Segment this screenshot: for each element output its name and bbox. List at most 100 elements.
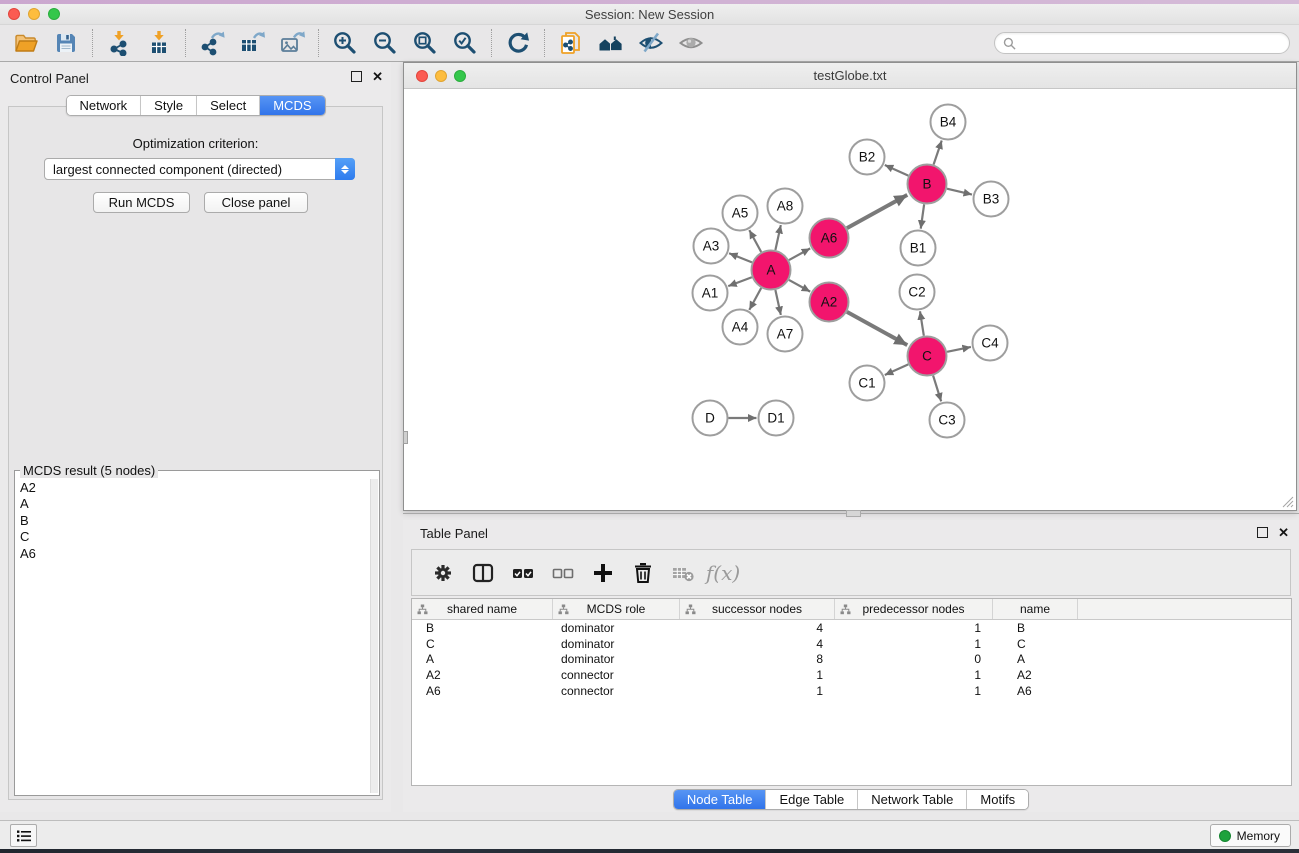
graph-node-A[interactable]: A xyxy=(752,251,791,290)
window-resize-grip[interactable] xyxy=(1280,494,1294,508)
table-cell[interactable]: C xyxy=(993,637,1078,651)
edge-B-B3[interactable] xyxy=(947,189,972,195)
edge-A-A4[interactable] xyxy=(749,288,761,310)
table-cell[interactable]: A6 xyxy=(412,684,553,698)
table-row[interactable]: Adominator80A xyxy=(412,651,1291,667)
tab-edge-table[interactable]: Edge Table xyxy=(765,790,857,809)
edge-A2-C[interactable] xyxy=(847,312,907,345)
table-cell[interactable]: 4 xyxy=(680,621,835,635)
table-cell[interactable]: 1 xyxy=(835,668,993,682)
result-list-scrollbar[interactable] xyxy=(370,479,378,793)
delete-table-button[interactable] xyxy=(666,556,700,590)
graph-node-B2[interactable]: B2 xyxy=(850,140,885,175)
tab-mcds[interactable]: MCDS xyxy=(259,96,324,115)
graph-node-A3[interactable]: A3 xyxy=(694,229,729,264)
table-cell[interactable]: A xyxy=(412,652,553,666)
tab-node-table[interactable]: Node Table xyxy=(674,790,766,809)
show-panels-list-button[interactable] xyxy=(10,824,37,847)
graph-node-A6[interactable]: A6 xyxy=(810,219,849,258)
graph-node-C3[interactable]: C3 xyxy=(930,403,965,438)
table-row[interactable]: A2connector11A2 xyxy=(412,667,1291,683)
refresh-view-button[interactable] xyxy=(502,28,534,58)
table-cell[interactable]: 8 xyxy=(680,652,835,666)
tab-network[interactable]: Network xyxy=(66,96,140,115)
table-row[interactable]: Bdominator41B xyxy=(412,620,1291,636)
edge-B-B2[interactable] xyxy=(885,165,909,176)
graph-node-A1[interactable]: A1 xyxy=(693,276,728,311)
table-cell[interactable]: C xyxy=(412,637,553,651)
edge-A-A8[interactable] xyxy=(775,225,780,250)
graph-node-C2[interactable]: C2 xyxy=(900,275,935,310)
float-panel-icon[interactable] xyxy=(351,71,362,82)
splitter-handle[interactable] xyxy=(846,510,861,517)
graph-node-C[interactable]: C xyxy=(908,337,947,376)
table-cell[interactable]: A xyxy=(993,652,1078,666)
close-table-panel-icon[interactable]: ✕ xyxy=(1278,527,1289,538)
graph-node-C4[interactable]: C4 xyxy=(973,326,1008,361)
graph-node-A7[interactable]: A7 xyxy=(768,317,803,352)
table-cell[interactable]: B xyxy=(993,621,1078,635)
table-row[interactable]: A6connector11A6 xyxy=(412,683,1291,699)
show-graphics-details-button[interactable] xyxy=(675,28,707,58)
table-cell[interactable]: 1 xyxy=(835,684,993,698)
run-mcds-button[interactable]: Run MCDS xyxy=(93,192,190,213)
search-input[interactable] xyxy=(1021,36,1281,50)
column-header-MCDS-role[interactable]: MCDS role xyxy=(553,599,680,619)
result-item[interactable]: A2 xyxy=(20,480,369,496)
edge-C-C4[interactable] xyxy=(947,347,971,352)
import-network-button[interactable] xyxy=(103,28,135,58)
table-cell[interactable]: A2 xyxy=(412,668,553,682)
table-cell[interactable]: A2 xyxy=(993,668,1078,682)
table-cell[interactable]: 0 xyxy=(835,652,993,666)
column-header-predecessor-nodes[interactable]: predecessor nodes xyxy=(835,599,993,619)
table-cell[interactable]: connector xyxy=(553,668,680,682)
edge-A-A3[interactable] xyxy=(729,253,752,262)
network-canvas-svg[interactable]: B4B2BB3A5A8A6A3B1AA1C2A2A4A7C4CC1C3DD1 xyxy=(404,89,1296,510)
tab-motifs[interactable]: Motifs xyxy=(966,790,1028,809)
graph-node-B[interactable]: B xyxy=(908,165,947,204)
export-table-button[interactable] xyxy=(236,28,268,58)
graph-node-C1[interactable]: C1 xyxy=(850,366,885,401)
deselect-all-button[interactable] xyxy=(546,556,580,590)
function-builder-button[interactable]: f(x) xyxy=(706,556,740,590)
zoom-in-button[interactable] xyxy=(329,28,361,58)
result-item[interactable]: B xyxy=(20,513,369,529)
zoom-out-button[interactable] xyxy=(369,28,401,58)
table-settings-button[interactable] xyxy=(426,556,460,590)
table-cell[interactable]: 4 xyxy=(680,637,835,651)
result-item[interactable]: A xyxy=(20,496,369,512)
clone-network-button[interactable] xyxy=(555,28,587,58)
graph-node-A8[interactable]: A8 xyxy=(768,189,803,224)
tab-style[interactable]: Style xyxy=(140,96,196,115)
memory-button[interactable]: Memory xyxy=(1210,824,1291,847)
edge-A6-B[interactable] xyxy=(847,195,907,228)
save-session-button[interactable] xyxy=(50,28,82,58)
table-cell[interactable]: dominator xyxy=(553,652,680,666)
open-session-button[interactable] xyxy=(10,28,42,58)
edge-C-C1[interactable] xyxy=(885,364,909,375)
tab-select[interactable]: Select xyxy=(196,96,259,115)
graph-node-A2[interactable]: A2 xyxy=(810,283,849,322)
column-header-shared-name[interactable]: shared name xyxy=(412,599,553,619)
edge-B-B4[interactable] xyxy=(934,140,942,164)
graph-node-A4[interactable]: A4 xyxy=(723,310,758,345)
graph-node-A5[interactable]: A5 xyxy=(723,196,758,231)
column-header-name[interactable]: name xyxy=(993,599,1078,619)
table-cell[interactable]: dominator xyxy=(553,637,680,651)
edge-B-B1[interactable] xyxy=(921,204,924,228)
table-cell[interactable]: B xyxy=(412,621,553,635)
graph-node-B1[interactable]: B1 xyxy=(901,231,936,266)
search-field[interactable] xyxy=(994,32,1290,54)
delete-column-button[interactable] xyxy=(626,556,660,590)
result-item[interactable]: A6 xyxy=(20,546,369,562)
table-cell[interactable]: 1 xyxy=(835,637,993,651)
window-side-handle[interactable] xyxy=(403,431,408,444)
column-header-successor-nodes[interactable]: successor nodes xyxy=(680,599,835,619)
graph-node-B4[interactable]: B4 xyxy=(931,105,966,140)
table-cell[interactable]: connector xyxy=(553,684,680,698)
criterion-select[interactable]: largest connected component (directed) xyxy=(44,158,355,180)
close-panel-button[interactable]: Close panel xyxy=(204,192,308,213)
graph-node-D1[interactable]: D1 xyxy=(759,401,794,436)
add-column-button[interactable] xyxy=(586,556,620,590)
zoom-selected-button[interactable] xyxy=(449,28,481,58)
